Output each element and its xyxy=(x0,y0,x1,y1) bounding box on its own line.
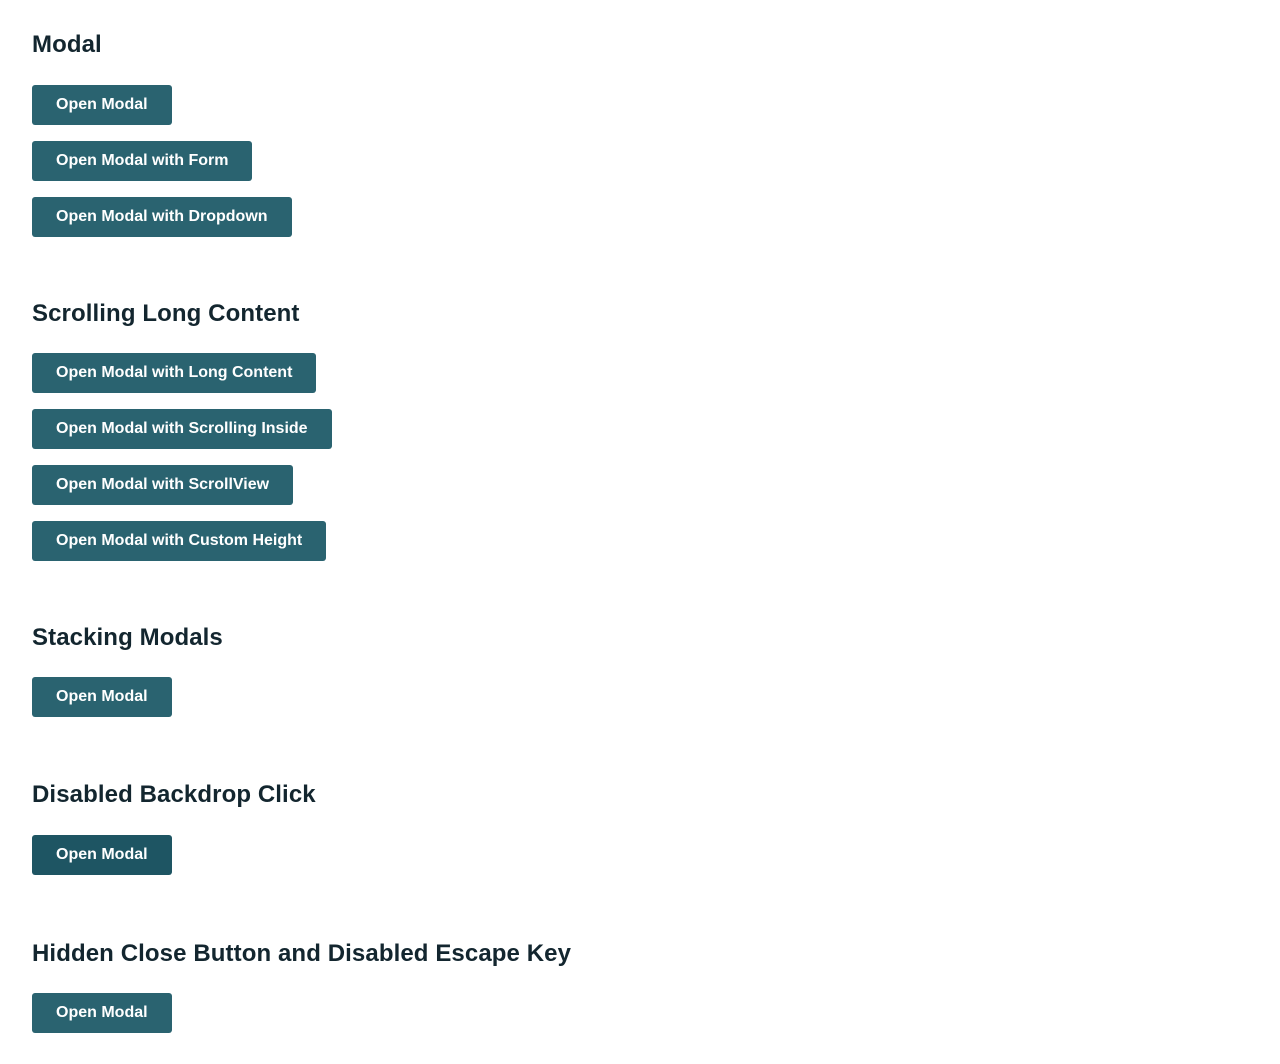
section-title-hidden-close-button: Hidden Close Button and Disabled Escape … xyxy=(32,940,572,967)
section-stacking-modals: Stacking Modals Open Modal xyxy=(32,623,1248,717)
open-modal-with-scrolling-inside-button[interactable]: Open Modal with Scrolling Inside xyxy=(32,409,332,449)
open-disabled-backdrop-modal-button[interactable]: Open Modal xyxy=(32,835,172,875)
page-content: Modal Open Modal Open Modal with Form Op… xyxy=(0,0,1280,1033)
section-title-scrolling-long-content: Scrolling Long Content xyxy=(32,300,300,327)
section-modal: Modal Open Modal Open Modal with Form Op… xyxy=(32,0,1248,237)
section-disabled-backdrop-click: Disabled Backdrop Click Open Modal xyxy=(32,780,1248,875)
open-modal-with-custom-height-button[interactable]: Open Modal with Custom Height xyxy=(32,521,327,561)
button-group-scrolling: Open Modal with Long Content Open Modal … xyxy=(32,353,1248,561)
button-group-backdrop: Open Modal xyxy=(32,835,1248,875)
open-modal-with-form-button[interactable]: Open Modal with Form xyxy=(32,141,253,181)
button-group-stacking: Open Modal xyxy=(32,677,1248,717)
open-modal-button[interactable]: Open Modal xyxy=(32,85,172,125)
open-hidden-close-modal-button[interactable]: Open Modal xyxy=(32,993,172,1033)
section-title-disabled-backdrop-click: Disabled Backdrop Click xyxy=(32,781,316,808)
open-modal-with-long-content-button[interactable]: Open Modal with Long Content xyxy=(32,353,317,393)
button-group-hidden-close: Open Modal xyxy=(32,993,1248,1033)
open-modal-with-scrollview-button[interactable]: Open Modal with ScrollView xyxy=(32,465,294,505)
open-modal-with-dropdown-button[interactable]: Open Modal with Dropdown xyxy=(32,197,292,237)
open-stacking-modal-button[interactable]: Open Modal xyxy=(32,677,172,717)
section-title-modal: Modal xyxy=(32,31,102,58)
section-scrolling-long-content: Scrolling Long Content Open Modal with L… xyxy=(32,299,1248,561)
section-hidden-close-button: Hidden Close Button and Disabled Escape … xyxy=(32,939,1248,1033)
button-group-modal: Open Modal Open Modal with Form Open Mod… xyxy=(32,85,1248,237)
section-title-stacking-modals: Stacking Modals xyxy=(32,624,223,651)
